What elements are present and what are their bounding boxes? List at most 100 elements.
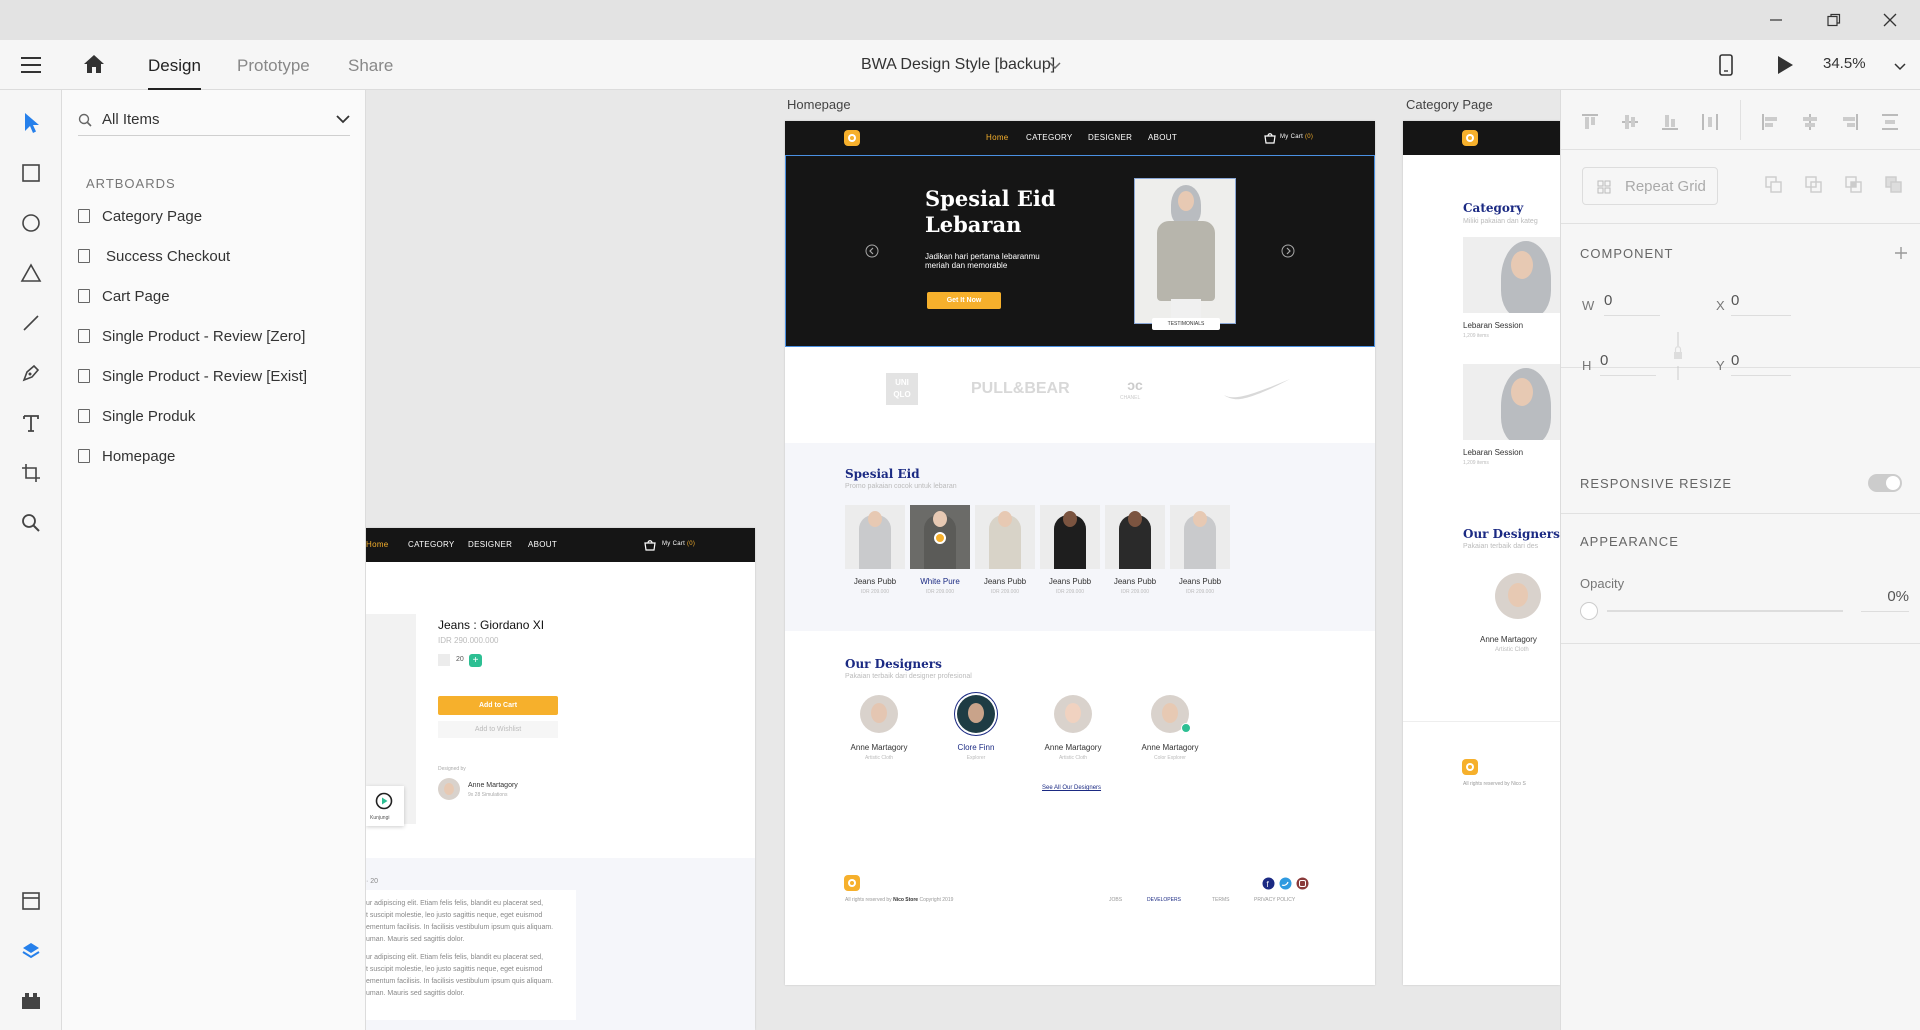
artboard-tool[interactable] [14, 456, 48, 490]
ellipse-tool[interactable] [14, 206, 48, 240]
layer-item-cart-page[interactable]: Cart Page [78, 278, 170, 314]
plugins-panel-button[interactable] [14, 984, 48, 1018]
qty-decrement-button[interactable] [438, 654, 450, 666]
lock-aspect-icon[interactable] [1670, 330, 1686, 384]
carousel-next-icon[interactable] [1281, 244, 1295, 258]
hero-banner-selected[interactable]: Spesial Eid Lebaran Jadikan hari pertama… [785, 155, 1375, 347]
footer-logo-icon[interactable] [1462, 759, 1478, 775]
category-designer-name[interactable]: Anne Martagory [1480, 635, 1537, 644]
designer-card[interactable]: Anne Martagory Color Explorer [1125, 695, 1215, 775]
layer-item-homepage[interactable]: Homepage [78, 438, 175, 474]
category-image-1[interactable] [1463, 237, 1560, 313]
product-card[interactable]: Jeans Pubb IDR 209.000 [1040, 505, 1100, 615]
align-center-icon[interactable] [1800, 112, 1820, 132]
footer-link-privacy[interactable]: PRIVACY POLICY [1254, 897, 1295, 903]
zoom-chevron[interactable] [1894, 59, 1906, 77]
carousel-prev-icon[interactable] [865, 244, 879, 258]
align-bottom-icon[interactable] [1660, 112, 1680, 132]
hamburger-menu-button[interactable] [20, 56, 42, 74]
nav-category-link[interactable]: CATEGORY [1026, 133, 1073, 142]
logo-icon[interactable] [844, 130, 860, 146]
nav-home-link[interactable]: Home [986, 133, 1009, 142]
select-tool[interactable] [14, 106, 48, 140]
design-canvas[interactable]: Home CATEGORY DESIGNER ABOUT My Cart (0)… [366, 90, 1560, 1030]
nav-category-link[interactable]: CATEGORY [408, 540, 455, 549]
boolean-add-icon[interactable] [1764, 175, 1784, 195]
minimize-button[interactable] [1752, 4, 1800, 36]
qty-increment-button[interactable]: + [469, 654, 482, 667]
align-top-icon[interactable] [1580, 112, 1600, 132]
add-component-icon[interactable] [1894, 246, 1908, 260]
nav-designer-link[interactable]: DESIGNER [468, 540, 512, 549]
align-middle-icon[interactable] [1620, 112, 1640, 132]
designer-card[interactable]: Anne Martagory Artistic Cloth [1028, 695, 1118, 775]
layer-item-single-product-review-zero[interactable]: Single Product - Review [Zero] [78, 318, 305, 354]
document-menu-chevron[interactable] [1049, 58, 1061, 76]
responsive-resize-toggle[interactable] [1868, 474, 1902, 492]
nav-designer-link[interactable]: DESIGNER [1088, 133, 1132, 142]
text-tool[interactable] [14, 406, 48, 440]
facebook-icon[interactable]: f [1262, 877, 1275, 890]
designer-card[interactable]: Clore Finn Explorer [931, 695, 1021, 775]
category-image-2[interactable] [1463, 364, 1560, 440]
logo-icon[interactable] [1462, 130, 1478, 146]
nav-home-link[interactable]: Home [366, 540, 389, 549]
layer-item-success-checkout[interactable]: Success Checkout [78, 238, 230, 274]
distribute-vertical-icon[interactable] [1880, 112, 1900, 132]
add-to-cart-button[interactable]: Add to Cart [438, 696, 558, 715]
nav-about-link[interactable]: ABOUT [528, 540, 557, 549]
hero-cta-button[interactable]: Get It Now [927, 292, 1001, 309]
category-designer-avatar[interactable] [1495, 573, 1541, 619]
zoom-tool[interactable] [14, 506, 48, 540]
artboard-single-product[interactable]: Home CATEGORY DESIGNER ABOUT My Cart (0)… [366, 528, 755, 1030]
assets-panel-button[interactable] [14, 884, 48, 918]
align-right-icon[interactable] [1840, 112, 1860, 132]
testimonials-badge[interactable]: TESTIMONIALS [1152, 318, 1220, 330]
home-button[interactable] [82, 53, 106, 75]
document-title[interactable]: BWA Design Style [backup] [861, 56, 1055, 74]
video-thumbnail[interactable]: Kunjungi [366, 786, 404, 826]
align-left-icon[interactable] [1760, 112, 1780, 132]
artboard-label-homepage[interactable]: Homepage [787, 97, 851, 112]
zoom-level[interactable]: 34.5% [1823, 55, 1866, 72]
footer-link-developers[interactable]: DEVELOPERS [1147, 897, 1181, 903]
product-card[interactable]: Jeans Pubb IDR 209.000 [975, 505, 1035, 615]
nav-about-link[interactable]: ABOUT [1148, 133, 1177, 142]
layer-item-single-product-review-exist[interactable]: Single Product - Review [Exist] [78, 358, 307, 394]
qty-value[interactable]: 20 [456, 656, 464, 663]
designer-avatar[interactable] [438, 778, 460, 800]
footer-link-terms[interactable]: TERMS [1212, 897, 1230, 903]
boolean-exclude-icon[interactable] [1884, 175, 1904, 195]
layers-search-box[interactable]: All Items [78, 104, 350, 136]
designer-card[interactable]: Anne Martagory Artistic Cloth [834, 695, 924, 775]
line-tool[interactable] [14, 306, 48, 340]
pen-tool[interactable] [14, 356, 48, 390]
distribute-horizontal-icon[interactable] [1700, 112, 1720, 132]
layer-item-category-page[interactable]: Category Page [78, 198, 202, 234]
opacity-field[interactable]: 0% [1861, 588, 1909, 612]
artboard-category-page[interactable]: Category Miliki pakaian dan kateg Lebara… [1403, 121, 1560, 985]
close-button[interactable] [1866, 4, 1914, 36]
twitter-icon[interactable] [1279, 877, 1292, 890]
footer-link-jobs[interactable]: JOBS [1109, 897, 1122, 903]
tab-design[interactable]: Design [148, 56, 201, 90]
opacity-slider-thumb[interactable] [1580, 602, 1598, 620]
product-card[interactable]: Jeans Pubb IDR 209.000 [1170, 505, 1230, 615]
polygon-tool[interactable] [14, 256, 48, 290]
y-field[interactable]: 0 [1731, 352, 1791, 376]
artboard-label-category-page[interactable]: Category Page [1406, 97, 1493, 112]
designer-name[interactable]: Anne Martagory [468, 782, 518, 789]
height-field[interactable]: 0 [1600, 352, 1656, 376]
device-preview-button[interactable] [1718, 53, 1734, 82]
play-preview-button[interactable] [1776, 55, 1794, 80]
layer-item-single-produk[interactable]: Single Produk [78, 398, 195, 434]
instagram-icon[interactable] [1296, 877, 1309, 890]
opacity-slider-track[interactable] [1607, 610, 1843, 612]
layers-panel-button[interactable] [14, 934, 48, 968]
see-all-designers-link[interactable]: See All Our Designers [1042, 785, 1101, 791]
boolean-intersect-icon[interactable] [1844, 175, 1864, 195]
product-card[interactable]: Jeans Pubb IDR 209.000 [1105, 505, 1165, 615]
rectangle-tool[interactable] [14, 156, 48, 190]
repeat-grid-button[interactable]: Repeat Grid [1582, 167, 1718, 205]
product-card[interactable]: Jeans Pubb IDR 209.000 [845, 505, 905, 615]
